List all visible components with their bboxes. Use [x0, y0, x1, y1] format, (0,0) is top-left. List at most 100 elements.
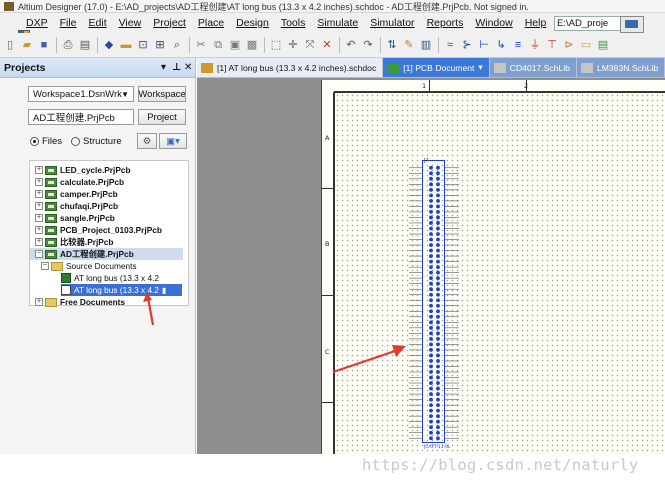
menu-simulator[interactable]: Simulator — [370, 17, 414, 29]
project-field[interactable]: AD工程创建.PrjPcb — [28, 109, 134, 125]
tree-item-comparator[interactable]: + 比较器.PrjPcb — [35, 236, 113, 248]
gnd-icon[interactable]: ⏚ — [527, 37, 543, 53]
menu-simulate[interactable]: Simulate — [317, 17, 358, 29]
open-icon[interactable]: ▰ — [19, 37, 35, 53]
tab-dropdown-icon[interactable]: ▾ — [478, 62, 482, 73]
menu-project[interactable]: Project — [153, 17, 186, 29]
cut-icon[interactable]: ✂ — [193, 37, 209, 53]
project-options-icon[interactable]: ⚙ — [137, 133, 157, 149]
path-field[interactable]: E:\AD_proje — [554, 16, 622, 31]
net-label-text-icon[interactable]: ≡ — [510, 37, 526, 53]
workspace-button[interactable]: Workspace — [138, 86, 186, 102]
bus-icon[interactable]: ⊱ — [459, 37, 475, 53]
menu-place[interactable]: Place — [198, 17, 224, 29]
pin-dot — [429, 226, 433, 231]
undo-icon[interactable]: ↶ — [343, 37, 359, 53]
part-icon[interactable]: ⊳ — [561, 37, 577, 53]
save-icon[interactable]: ■ — [36, 37, 52, 53]
monitor-icon[interactable] — [620, 16, 644, 33]
menu-file[interactable]: File — [60, 17, 77, 29]
compile-icon[interactable]: ▥ — [418, 37, 434, 53]
tree-item-calculate[interactable]: + calculate.PrjPcb — [35, 176, 124, 188]
tab-pcb-document[interactable]: [1] PCB Document ▾ — [383, 58, 490, 77]
move-icon[interactable]: ✛ — [285, 37, 301, 53]
tree-item-ad-project[interactable]: − AD工程创建.PrjPcb — [30, 248, 183, 260]
cross-probe-icon[interactable]: ✎ — [401, 37, 417, 53]
cross-select-icon[interactable]: ⤧ — [302, 37, 318, 53]
port-icon[interactable]: ▤ — [595, 37, 611, 53]
tab-cd4017-schlib[interactable]: CD4017.SchLib — [489, 58, 577, 77]
tree-item-pcb-project[interactable]: + PCB_Project_0103.PrjPcb — [35, 224, 162, 236]
tree-item-schdoc[interactable]: AT long bus (13.3 x 4.2 — [61, 272, 159, 284]
tree-item-schdoc-selected[interactable]: AT long bus (13.3 x 4.2 ▮ — [61, 284, 182, 296]
zoom-fit-icon[interactable]: ⌕ — [169, 37, 185, 53]
project-icon — [45, 237, 57, 247]
hierarchy-icon[interactable]: ⇅ — [384, 37, 400, 53]
pin-dot — [429, 254, 433, 258]
tree-item-chufaqi[interactable]: + chufaqi.PrjPcb — [35, 200, 118, 212]
tree-item-led-cycle[interactable]: + LED_cycle.PrjPcb — [35, 164, 131, 176]
sheet-symbol-icon[interactable]: ▭ — [578, 37, 594, 53]
tree-item-free-documents[interactable]: + Free Documents — [35, 296, 125, 308]
menu-tools[interactable]: Tools — [281, 17, 306, 29]
pin-dot — [436, 298, 440, 303]
redo-icon[interactable]: ↷ — [360, 37, 376, 53]
folder-icon[interactable]: ▬ — [118, 37, 134, 53]
workspace-select[interactable]: Workspace1.DsnWrk ▼ — [28, 86, 134, 102]
menu-view[interactable]: View — [119, 17, 142, 29]
pin-icon[interactable]: ⊥ — [172, 62, 181, 73]
pin-dot — [436, 375, 440, 380]
vcc-icon[interactable]: ⊤ — [544, 37, 560, 53]
expand-icon[interactable]: + — [35, 298, 43, 306]
menu-design[interactable]: Design — [236, 17, 269, 29]
menu-help[interactable]: Help — [525, 17, 547, 29]
tab-lm393n-schlib[interactable]: LM393N.SchLib — [576, 58, 665, 77]
menu-reports[interactable]: Reports — [427, 17, 464, 29]
menu-edit[interactable]: Edit — [89, 17, 107, 29]
row-label: C — [325, 348, 330, 356]
connector-pin-row — [409, 397, 459, 402]
sheet-grid[interactable] — [334, 92, 665, 454]
expand-icon[interactable]: + — [35, 214, 43, 222]
expand-icon[interactable]: + — [35, 226, 43, 234]
tree-item-camper[interactable]: + camper.PrjPcb — [35, 188, 118, 200]
pin-dot — [429, 353, 433, 358]
expand-icon[interactable]: + — [35, 238, 43, 246]
select-rect-icon[interactable]: ⬚ — [268, 37, 284, 53]
chevron-down-icon: ▼ — [121, 89, 129, 99]
structure-radio[interactable] — [71, 137, 80, 146]
print-icon[interactable]: ⎙ — [60, 37, 76, 53]
pin-dot — [436, 171, 440, 176]
paste-icon[interactable]: ▣ — [227, 37, 243, 53]
collapse-icon[interactable]: − — [41, 262, 49, 270]
collapse-icon[interactable]: − — [35, 250, 43, 258]
zoom-icon[interactable]: ⊡ — [135, 37, 151, 53]
wire-icon[interactable]: ≈ — [442, 37, 458, 53]
close-icon[interactable]: ✕ — [184, 62, 192, 73]
print-preview-icon[interactable]: ▤ — [77, 37, 93, 53]
menu-window[interactable]: Window — [475, 17, 512, 29]
expand-icon[interactable]: + — [35, 190, 43, 198]
clear-filter-icon[interactable]: ✕ — [319, 37, 335, 53]
project-button[interactable]: Project — [138, 109, 186, 125]
tab-schdoc[interactable]: [1] AT long bus (13.3 x 4.2 inches).schd… — [197, 58, 384, 77]
panel-menu-icon[interactable]: ▾ — [161, 62, 166, 73]
new-document-icon[interactable]: ▯ — [2, 37, 18, 53]
zoom-area-icon[interactable]: ⊞ — [152, 37, 168, 53]
expand-icon[interactable]: + — [35, 166, 43, 174]
tree-item-sangle[interactable]: + sangle.PrjPcb — [35, 212, 115, 224]
rubber-stamp-icon[interactable]: ▩ — [244, 37, 260, 53]
tree-item-label: AT long bus (13.3 x 4.2 — [74, 273, 160, 283]
copy-icon[interactable]: ⧉ — [210, 37, 226, 53]
expand-icon[interactable]: + — [35, 202, 43, 210]
add-document-dropdown-icon[interactable]: ▣▾ — [159, 133, 187, 149]
bus-entry-icon[interactable]: ⊢ — [476, 37, 492, 53]
expand-icon[interactable]: + — [35, 178, 43, 186]
menu-dxp[interactable]: DXP — [26, 17, 48, 29]
net-label-icon[interactable]: ↳ — [493, 37, 509, 53]
schematic-sheet[interactable]: 1 2 A B C — [321, 80, 665, 454]
connector-pin-row — [409, 419, 459, 424]
tree-item-source-documents[interactable]: − Source Documents — [41, 260, 137, 272]
files-radio[interactable] — [30, 137, 39, 146]
component-icon[interactable]: ◆ — [101, 37, 117, 53]
